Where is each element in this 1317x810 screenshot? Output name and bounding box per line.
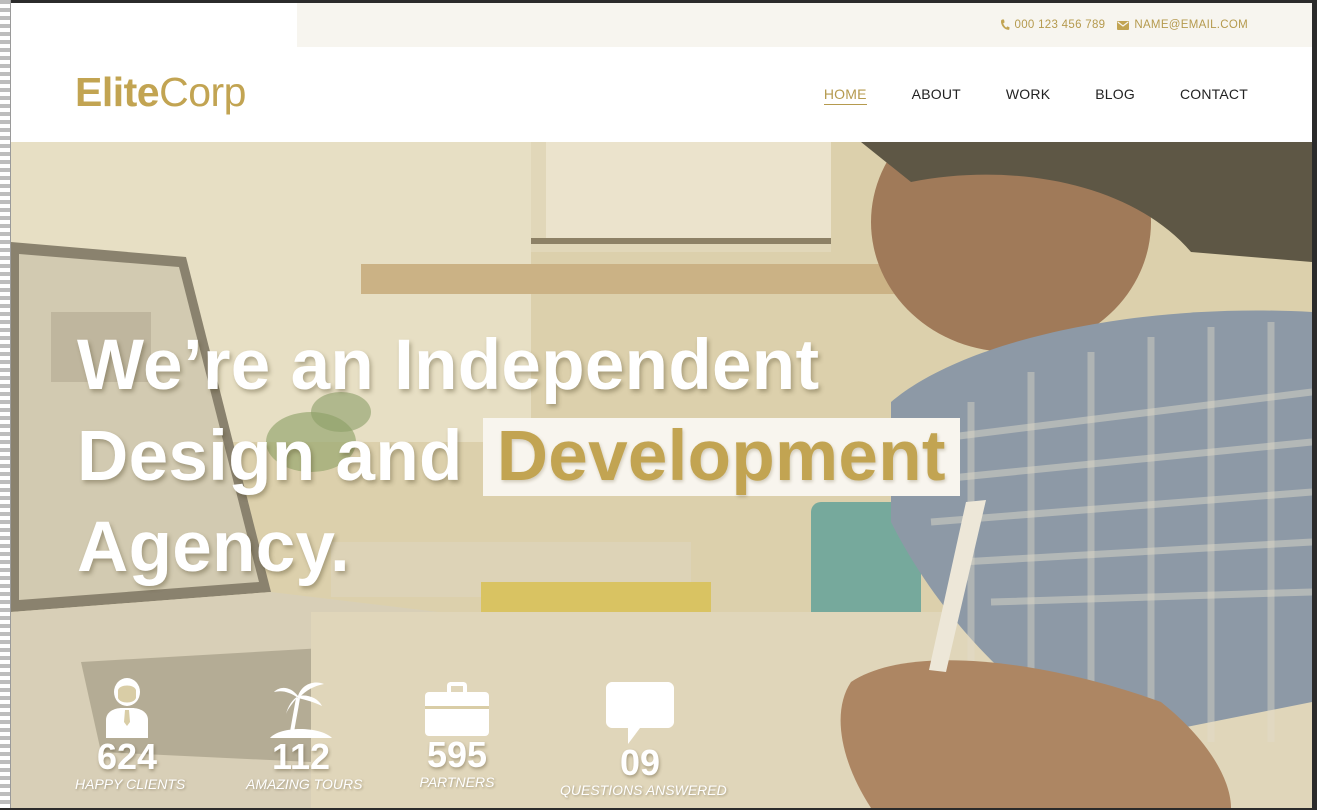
- site-header: EliteCorp HOME ABOUT WORK BLOG CONTACT: [11, 47, 1312, 142]
- island-icon: [246, 676, 356, 738]
- nav-item-blog[interactable]: BLOG: [1095, 86, 1135, 105]
- stat-partners: 595 PARTNERS: [416, 682, 498, 790]
- hero-headline-line2-prefix: Design and: [77, 417, 463, 496]
- hero-headline-line1: We’re an Independent: [77, 326, 820, 405]
- hero-headline-line2: Design and Development: [77, 411, 960, 502]
- top-contact-bar: 000 123 456 789 NAME@EMAIL.COM: [297, 3, 1312, 47]
- stat-questions-answered: 09 QUESTIONS ANSWERED: [560, 682, 727, 798]
- nav-item-work[interactable]: WORK: [1006, 86, 1050, 105]
- stat-number: 595: [426, 734, 488, 775]
- phone-number: 000 123 456 789: [1014, 19, 1106, 31]
- hero-headline: We’re an Independent Design and Developm…: [77, 320, 960, 593]
- nav-item-about[interactable]: ABOUT: [912, 86, 961, 105]
- window-frame-left: [0, 0, 11, 810]
- stat-number: 09: [619, 742, 661, 783]
- stat-label: PARTNERS: [419, 774, 495, 790]
- chat-bubble-icon: [560, 682, 720, 744]
- nav-item-home[interactable]: HOME: [823, 86, 867, 105]
- stat-number: 112: [271, 736, 331, 777]
- stat-happy-clients: 624 HAPPY CLIENTS: [75, 676, 186, 792]
- stat-label: HAPPY CLIENTS: [75, 776, 186, 792]
- phone-contact[interactable]: 000 123 456 789: [1000, 19, 1106, 31]
- envelope-icon: [1117, 20, 1130, 30]
- email-contact[interactable]: NAME@EMAIL.COM: [1117, 19, 1248, 31]
- hero-headline-highlight: Development: [482, 418, 960, 496]
- briefcase-icon: [416, 682, 498, 736]
- stats-row: 624 HAPPY CLIENTS 112 AMAZING TOURS 595 …: [11, 672, 811, 808]
- window-frame-right: [1312, 0, 1317, 810]
- stat-amazing-tours: 112 AMAZING TOURS: [246, 676, 363, 792]
- stat-number: 624: [96, 736, 158, 777]
- brand-name-light: Corp: [159, 69, 246, 115]
- main-nav: HOME ABOUT WORK BLOG CONTACT: [823, 86, 1248, 105]
- hero-headline-line3: Agency.: [77, 508, 351, 587]
- nav-item-contact[interactable]: CONTACT: [1180, 86, 1248, 105]
- brand-name-bold: Elite: [75, 69, 160, 115]
- stat-label: QUESTIONS ANSWERED: [560, 782, 727, 798]
- email-address: NAME@EMAIL.COM: [1134, 19, 1248, 31]
- hero-section: We’re an Independent Design and Developm…: [11, 142, 1312, 808]
- brand-logo[interactable]: EliteCorp: [75, 69, 246, 116]
- client-icon: [75, 676, 179, 738]
- stat-label: AMAZING TOURS: [246, 776, 363, 792]
- phone-icon: [1000, 19, 1010, 31]
